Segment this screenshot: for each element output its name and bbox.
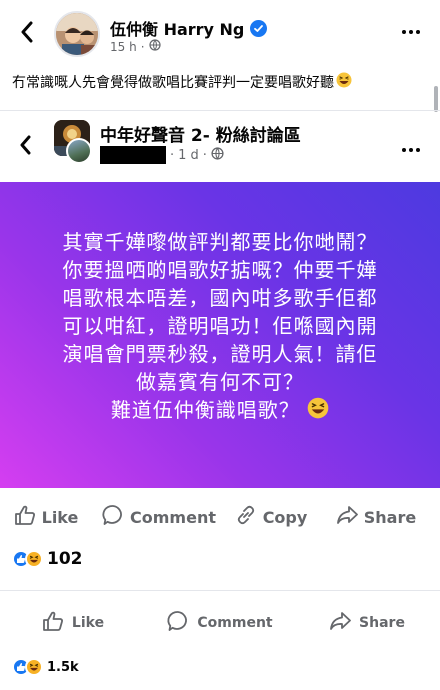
globe-icon: [211, 147, 224, 164]
reaction-count[interactable]: 102: [47, 549, 83, 569]
meta-separator: ·: [170, 148, 175, 163]
comment-button[interactable]: Comment: [146, 603, 294, 643]
comment-bubble-icon: [102, 504, 124, 530]
author-avatar[interactable]: [54, 11, 100, 57]
divider: [0, 590, 440, 591]
shared-post-actions: Like Comment Copy Share: [0, 497, 440, 537]
more-dots-icon[interactable]: [396, 140, 426, 160]
post-text-line: 你要搵哂啲唱歌好掂嘅？仲要千嬅: [62, 258, 378, 282]
scrollbar-thumb[interactable]: [434, 86, 438, 112]
reaction-count[interactable]: 1.5k: [47, 660, 79, 675]
post-text-line: 做嘉賓有何不可？: [136, 370, 304, 394]
copy-link-icon: [235, 504, 257, 530]
globe-icon: [148, 39, 161, 54]
group-name[interactable]: 中年好聲音 2- 粉絲討論區: [100, 121, 301, 146]
meta-separator: ·: [202, 148, 207, 163]
comment-button[interactable]: Comment: [98, 497, 220, 537]
share-label[interactable]: Share: [364, 508, 416, 527]
back-arrow-icon[interactable]: [12, 16, 42, 48]
like-label[interactable]: Like: [72, 615, 104, 631]
verified-badge-icon: [250, 19, 268, 37]
post-time[interactable]: 15 h: [110, 40, 137, 54]
share-label[interactable]: Share: [359, 615, 405, 631]
shared-reactions-summary[interactable]: 102: [12, 546, 83, 572]
laughing-emoji-icon: [336, 72, 352, 92]
laughing-emoji-icon: [307, 397, 329, 426]
like-thumb-icon: [42, 611, 64, 635]
copy-button[interactable]: Copy: [220, 497, 322, 537]
meta-separator: ·: [140, 39, 145, 54]
comment-label[interactable]: Comment: [197, 615, 272, 631]
copy-label[interactable]: Copy: [263, 508, 308, 527]
author-name[interactable]: 伍仲衡 Harry Ng: [110, 16, 268, 40]
haha-reaction-icon: [25, 550, 43, 568]
shared-post-meta: · 1 d ·: [170, 147, 224, 164]
like-thumb-icon: [14, 505, 36, 529]
post-caption: 冇常識嘅人先會覺得做歌唱比賽評判一定要唱歌好聽: [12, 72, 352, 92]
post-text-last-line: 難道伍仲衡識唱歌？: [20, 396, 420, 426]
comment-bubble-icon: [167, 610, 189, 636]
haha-reaction-icon: [25, 658, 43, 676]
share-arrow-icon: [336, 505, 358, 529]
post-reactions-summary[interactable]: 1.5k: [12, 655, 79, 679]
author-name-text[interactable]: 伍仲衡 Harry Ng: [110, 16, 244, 40]
sharer-avatar[interactable]: [66, 138, 92, 164]
post-text-line: 唱歌根本唔差，國內咁多歌手佢都: [62, 286, 378, 310]
post-actions: Like Comment Share: [0, 603, 440, 643]
post-text-line: 其實千嬅嚟做評判都要比你哋鬧？: [62, 230, 378, 254]
caption-text: 冇常識嘅人先會覺得做歌唱比賽評判一定要唱歌好聽: [12, 75, 334, 91]
like-button[interactable]: Like: [0, 603, 146, 643]
back-arrow-icon[interactable]: [12, 132, 38, 158]
post-text-line: 難道伍仲衡識唱歌？: [110, 398, 300, 422]
divider: [0, 110, 440, 111]
post-text-line: 演唱會門票秒殺，證明人氣！請佢: [62, 342, 378, 366]
like-button[interactable]: Like: [0, 497, 92, 537]
share-arrow-icon: [329, 611, 351, 635]
share-button[interactable]: Share: [294, 603, 440, 643]
comment-label[interactable]: Comment: [130, 508, 216, 527]
post-meta: 15 h ·: [110, 39, 161, 54]
post-text-line: 可以咁紅，證明唱功！佢喺國內開: [62, 314, 378, 338]
redacted-member-name: [100, 146, 166, 164]
like-label[interactable]: Like: [42, 508, 79, 527]
post-header: 伍仲衡 Harry Ng 15 h ·: [0, 0, 440, 66]
more-dots-icon[interactable]: [396, 22, 426, 42]
shared-post-time[interactable]: 1 d: [178, 148, 199, 163]
post-body-text: 其實千嬅嚟做評判都要比你哋鬧？ 你要搵哂啲唱歌好掂嘅？仲要千嬅 唱歌根本唔差，國…: [20, 228, 420, 426]
share-button[interactable]: Share: [322, 497, 430, 537]
